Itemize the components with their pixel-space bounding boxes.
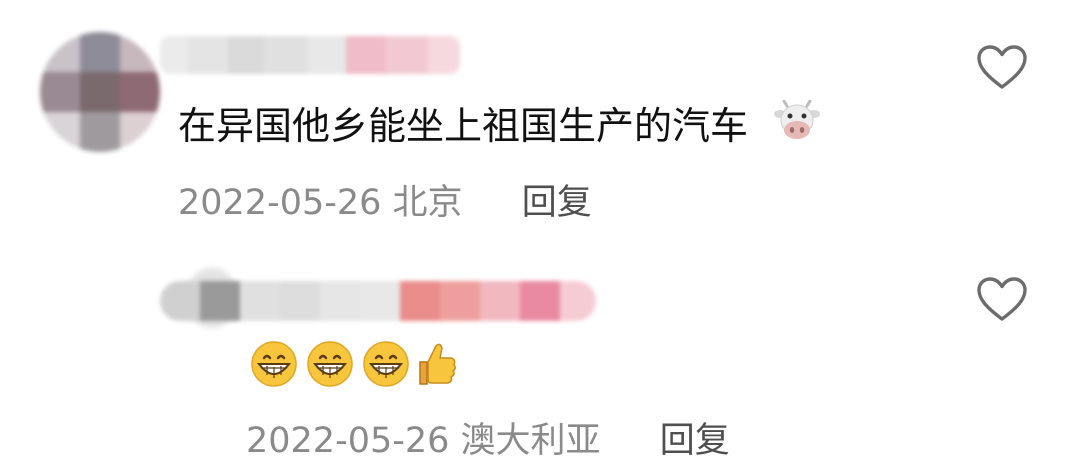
- avatar[interactable]: [40, 32, 160, 152]
- grinning-face-icon: [250, 340, 300, 392]
- reply-location: 澳大利亚: [460, 421, 601, 461]
- comment-text: 在异国他乡能坐上祖国生产的汽车: [178, 98, 821, 157]
- reply-username-blurred[interactable]: [160, 281, 596, 321]
- grinning-face-icon: [306, 340, 356, 392]
- comment-date: 2022-05-26: [178, 183, 382, 223]
- comment-location: 北京: [392, 183, 463, 223]
- grinning-face-icon: [362, 340, 412, 392]
- comment-meta: 2022-05-26 北京 回复: [178, 183, 592, 223]
- thumbs-up-icon: [414, 340, 458, 392]
- heart-icon: [977, 45, 1027, 89]
- heart-icon: [977, 277, 1027, 321]
- reply-date: 2022-05-26: [246, 421, 450, 461]
- cow-face-icon: [774, 99, 821, 157]
- like-button[interactable]: [976, 44, 1028, 94]
- reply-button[interactable]: 回复: [522, 183, 592, 223]
- username-blurred[interactable]: [160, 36, 460, 74]
- reply-like-button[interactable]: [976, 276, 1028, 326]
- reply-emojis: [250, 340, 458, 390]
- comment-body: 在异国他乡能坐上祖国生产的汽车: [178, 104, 749, 148]
- reply-meta: 2022-05-26 澳大利亚 回复: [246, 421, 730, 461]
- reply-button[interactable]: 回复: [660, 421, 730, 461]
